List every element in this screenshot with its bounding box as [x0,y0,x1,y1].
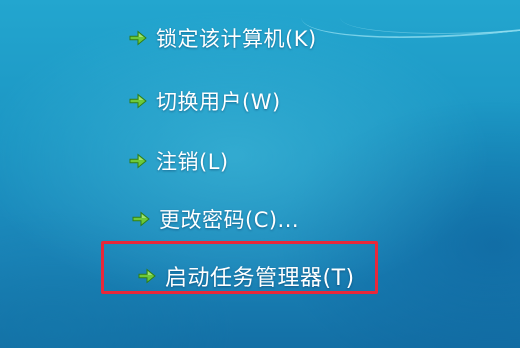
security-options-menu: 锁定该计算机(K) 切换用户(W) 注销(L) 更改密码(C)... 启动任务管… [0,0,520,348]
green-arrow-icon [138,268,156,284]
green-arrow-icon [132,211,150,227]
green-arrow-icon [129,30,147,46]
log-off-link[interactable]: 注销(L) [128,146,229,176]
start-task-manager-label: 启动任务管理器(T) [165,266,355,291]
switch-user-link[interactable]: 切换用户(W) [128,86,281,116]
change-password-label: 更改密码(C)... [159,208,300,232]
log-off-label: 注销(L) [156,150,229,174]
switch-user-label: 切换用户(W) [156,90,281,114]
green-arrow-icon [129,153,147,169]
lock-computer-link[interactable]: 锁定该计算机(K) [128,23,317,53]
start-task-manager-link[interactable]: 启动任务管理器(T) [137,260,355,292]
change-password-link[interactable]: 更改密码(C)... [131,204,299,234]
lock-computer-label: 锁定该计算机(K) [156,27,317,51]
green-arrow-icon [129,93,147,109]
